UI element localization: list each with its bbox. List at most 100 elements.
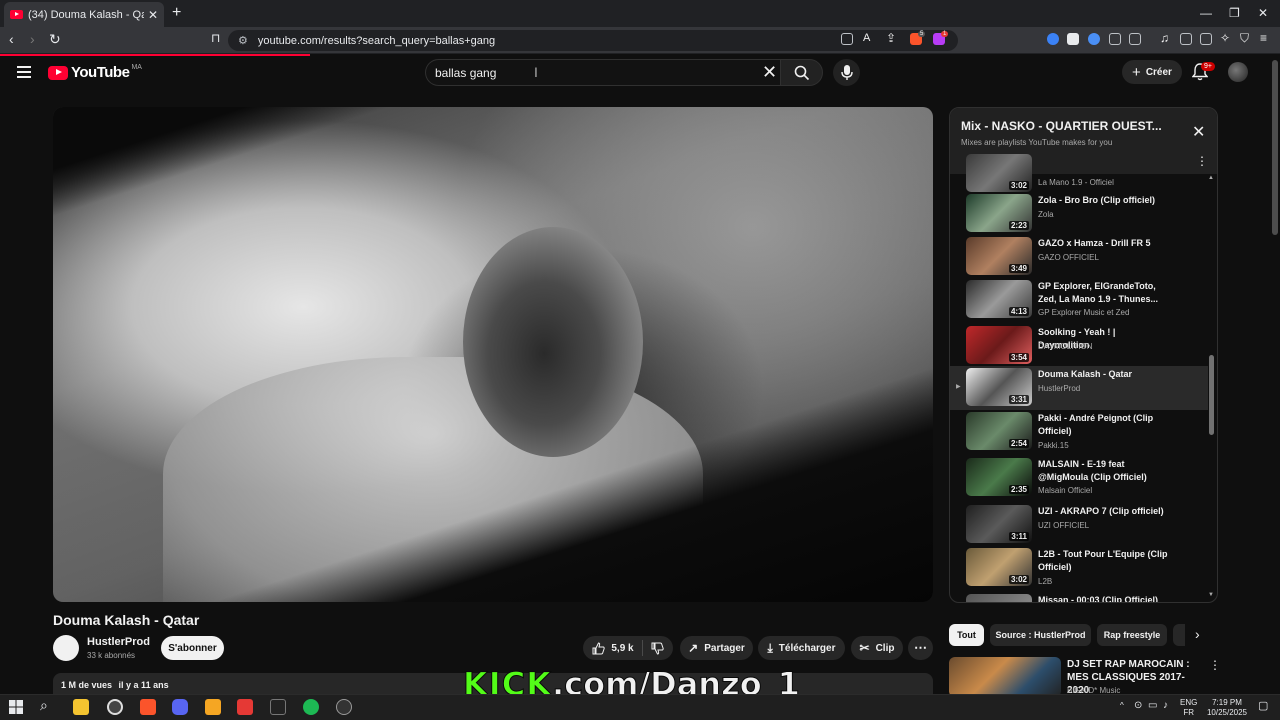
close-playlist-icon[interactable]: ✕	[1192, 122, 1205, 142]
upload-age: il y a 11 ans	[118, 680, 169, 690]
wallet-icon[interactable]	[1200, 33, 1212, 45]
translate-icon[interactable]: A	[863, 32, 870, 44]
youtube-logo[interactable]: YouTube MA	[48, 64, 142, 81]
playlist-scroll-up-icon[interactable]: ▲	[1208, 175, 1214, 181]
playlist-item-channel: L2B	[1038, 577, 1053, 586]
windows-taskbar	[0, 694, 1280, 720]
playlist-item[interactable]: 2:54 Pakki - André Peignot (Clip Officie…	[950, 410, 1208, 454]
playlist-thumbnail: 3:31	[966, 368, 1032, 406]
share-page-icon[interactable]: ⇪	[886, 31, 896, 45]
playlist-item-current[interactable]: ▶ 3:31 Douma Kalash - Qatar HustlerProd	[950, 366, 1208, 410]
chip-rap-freestyle[interactable]: Rap freestyle	[1097, 624, 1167, 646]
subscribe-button[interactable]: S'abonner	[161, 636, 224, 660]
playlist-item[interactable]: 4:13 GP Explorer, ElGrandeToto, Zed, La …	[950, 278, 1208, 322]
youtube-play-icon	[48, 65, 68, 80]
network-icon[interactable]: ▭	[1148, 700, 1157, 711]
taskbar-search-icon[interactable]: ⌕	[40, 697, 48, 714]
more-actions-button[interactable]: ⋯	[908, 636, 933, 660]
recommended-thumbnail[interactable]	[949, 657, 1061, 697]
new-tab-button[interactable]: +	[172, 4, 181, 22]
page-scrollbar[interactable]	[1272, 60, 1278, 235]
playlist-thumbnail: 2:54	[966, 412, 1032, 450]
account-avatar[interactable]	[1228, 62, 1248, 82]
playlist-scrollbar[interactable]	[1209, 355, 1214, 435]
playlist-item-channel: Pakki.15	[1038, 441, 1069, 450]
search-input[interactable]: ballas gang I	[425, 59, 780, 86]
playlist-item[interactable]: 3:02 La Mano 1.9 - Officiel	[950, 152, 1208, 196]
chip-all[interactable]: Tout	[949, 624, 984, 646]
playlist-title[interactable]: Mix - NASKO - QUARTIER OUEST...	[961, 119, 1162, 133]
clip-button[interactable]: ✂ Clip	[851, 636, 903, 660]
chips-next-icon[interactable]: ›	[1195, 626, 1200, 642]
file-explorer-icon[interactable]	[73, 699, 89, 715]
system-clock[interactable]: 7:19 PM 10/25/2025	[1202, 698, 1252, 718]
notification-center-icon[interactable]: ▢	[1258, 699, 1268, 712]
thumbs-up-icon	[592, 641, 606, 654]
recommended-more-icon[interactable]: ⋮	[1209, 658, 1221, 672]
search-button[interactable]	[780, 59, 823, 86]
app-dark-icon[interactable]	[270, 699, 286, 715]
forward-icon[interactable]: ›	[30, 31, 35, 47]
clear-search-icon[interactable]: ✕	[762, 62, 777, 83]
app-red-icon[interactable]	[237, 699, 253, 715]
browser-tab-active[interactable]: (34) Douma Kalash - Qatar - You ✕	[4, 2, 164, 27]
playlist-item[interactable]: 3:54 Soolking - Yeah ! | Daymolition DAY…	[950, 324, 1208, 368]
playlist-item[interactable]: 2:35 MALSAIN - E-19 feat @MigMoula (Clip…	[950, 456, 1208, 500]
like-button[interactable]: 5,9 k	[592, 641, 634, 655]
extension-audio-icon[interactable]	[1088, 33, 1100, 45]
media-music-icon[interactable]: ♫	[1160, 31, 1169, 45]
channel-avatar[interactable]	[53, 635, 79, 661]
site-info-icon[interactable]: ⚙	[238, 34, 248, 47]
lang-code: ENG	[1180, 698, 1198, 707]
create-button[interactable]: + Créer	[1122, 60, 1182, 84]
hamburger-menu-icon[interactable]	[17, 66, 31, 81]
back-icon[interactable]: ‹	[9, 31, 14, 47]
leo-ai-icon[interactable]: ✧	[1220, 31, 1230, 45]
extensions-puzzle-icon[interactable]	[1109, 33, 1121, 45]
tab-close-icon[interactable]: ✕	[148, 8, 158, 22]
playlist-item[interactable]: 3:02 L2B - Tout Pour L'Equipe (Clip Offi…	[950, 546, 1208, 590]
extension-vpn-icon[interactable]	[1047, 33, 1059, 45]
brave-browser-icon[interactable]	[140, 699, 156, 715]
app-orange-icon[interactable]	[205, 699, 221, 715]
download-button[interactable]: ⤓ Télécharger	[758, 636, 845, 660]
reload-icon[interactable]: ↻	[49, 31, 61, 48]
extension-m-icon[interactable]	[1067, 33, 1079, 45]
minimize-icon[interactable]: —	[1200, 6, 1212, 20]
duration-badge: 3:11	[1009, 532, 1029, 541]
playlist-item-channel: GAZO OFFICIEL	[1038, 253, 1099, 262]
share-button[interactable]: ↗ Partager	[680, 636, 753, 660]
discord-icon[interactable]	[172, 699, 188, 715]
video-player[interactable]	[53, 107, 933, 602]
tray-overflow-icon[interactable]: ^	[1120, 701, 1124, 710]
voice-search-button[interactable]	[833, 59, 860, 86]
playlist-item[interactable]: 3:49 GAZO x Hamza - Drill FR 5 GAZO OFFI…	[950, 235, 1208, 279]
chip-partial[interactable]	[1173, 624, 1185, 646]
app-round-icon[interactable]	[336, 699, 352, 715]
playlist-item[interactable]: 2:23 Zola - Bro Bro (Clip officiel) Zola	[950, 192, 1208, 236]
playlist-item[interactable]: 3:11 UZI - AKRAPO 7 (Clip officiel) UZI …	[950, 503, 1208, 547]
browser-menu-icon[interactable]: ≡	[1260, 31, 1267, 45]
spotify-icon[interactable]	[303, 699, 319, 715]
cast-icon[interactable]	[841, 33, 853, 45]
obs-icon[interactable]	[107, 699, 123, 715]
playlist-thumbnail: 2:23	[966, 194, 1032, 232]
chip-source-channel[interactable]: Source : HustlerProd	[990, 624, 1091, 646]
bookmark-icon[interactable]: ⊓	[211, 31, 220, 45]
screenshot-icon[interactable]	[1129, 33, 1141, 45]
thumbs-down-icon[interactable]	[651, 642, 664, 655]
restore-icon[interactable]: ❐	[1229, 6, 1240, 20]
playlist-item[interactable]: Missan - 00:03 (Clip Officiel)	[950, 592, 1208, 602]
search-icon	[794, 65, 810, 81]
channel-name-link[interactable]: HustlerProd	[87, 636, 150, 648]
volume-icon[interactable]: ♪	[1163, 700, 1168, 711]
input-language[interactable]: ENG FR	[1180, 698, 1197, 718]
vpn-shield-icon[interactable]: ⛉	[1240, 31, 1249, 46]
playlist-item-channel: GP Explorer Music et Zed	[1038, 308, 1130, 317]
windows-start-icon[interactable]	[9, 700, 23, 714]
playlist-scroll-down-icon[interactable]: ▼	[1208, 592, 1214, 598]
tray-app-icon[interactable]: ⊙	[1134, 700, 1142, 711]
window-close-icon[interactable]: ✕	[1258, 6, 1268, 20]
sidebar-toggle-icon[interactable]	[1180, 33, 1192, 45]
playlist-thumbnail	[966, 594, 1032, 602]
